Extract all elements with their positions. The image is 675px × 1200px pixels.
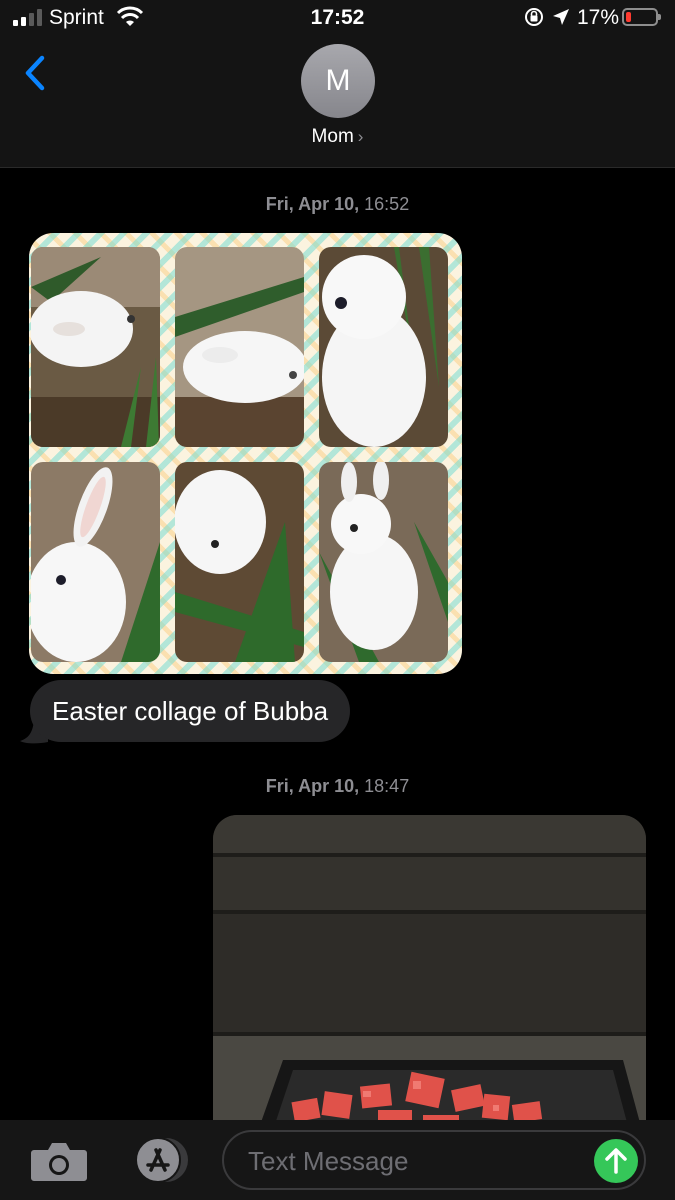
contact-avatar[interactable]: M — [301, 44, 375, 118]
back-chevron-icon[interactable] — [18, 52, 58, 96]
watermelon-photo[interactable] — [213, 815, 646, 1145]
send-button[interactable] — [594, 1139, 638, 1183]
arrow-up-icon — [605, 1148, 627, 1174]
timestamp-time: 18:47 — [364, 776, 410, 796]
avatar-initial: M — [325, 64, 351, 97]
timestamp-day: Fri, Apr 10, — [265, 776, 360, 796]
clock: 17:52 — [310, 6, 365, 29]
collage-photo — [319, 462, 448, 662]
battery-percent: 17% — [577, 6, 620, 29]
timestamp-day: Fri, Apr 10, — [265, 194, 360, 214]
message-text: Easter collage of Bubba — [52, 695, 329, 726]
chevron-right-icon: › — [357, 127, 364, 146]
app-store-icon[interactable] — [124, 1136, 190, 1184]
contact-name-button[interactable]: Mom › — [0, 126, 675, 148]
message-input-placeholder: Text Message — [248, 1146, 409, 1176]
received-message-bubble[interactable]: Easter collage of Bubba — [30, 680, 351, 742]
conversation-header: M Mom › — [0, 36, 675, 168]
location-arrow-icon — [553, 9, 569, 25]
message-input[interactable]: Text Message — [222, 1130, 646, 1190]
battery-icon — [622, 8, 661, 26]
collage-photo — [31, 462, 160, 662]
message-timestamp: Fri, Apr 10, 18:47 — [0, 776, 675, 797]
status-bar: Sprint 17:52 17% — [0, 0, 675, 36]
timestamp-time: 16:52 — [364, 194, 410, 214]
collage-photo — [175, 247, 304, 447]
camera-icon[interactable] — [30, 1140, 88, 1182]
collage-photo — [175, 462, 304, 662]
contact-name: Mom — [311, 126, 354, 147]
message-timestamp: Fri, Apr 10, 16:52 — [0, 194, 675, 215]
collage-photo — [31, 247, 160, 447]
bunny-collage-image[interactable] — [29, 233, 462, 674]
collage-photo — [319, 247, 448, 447]
rotation-lock-icon — [525, 8, 543, 26]
compose-bar: Text Message — [0, 1120, 675, 1200]
